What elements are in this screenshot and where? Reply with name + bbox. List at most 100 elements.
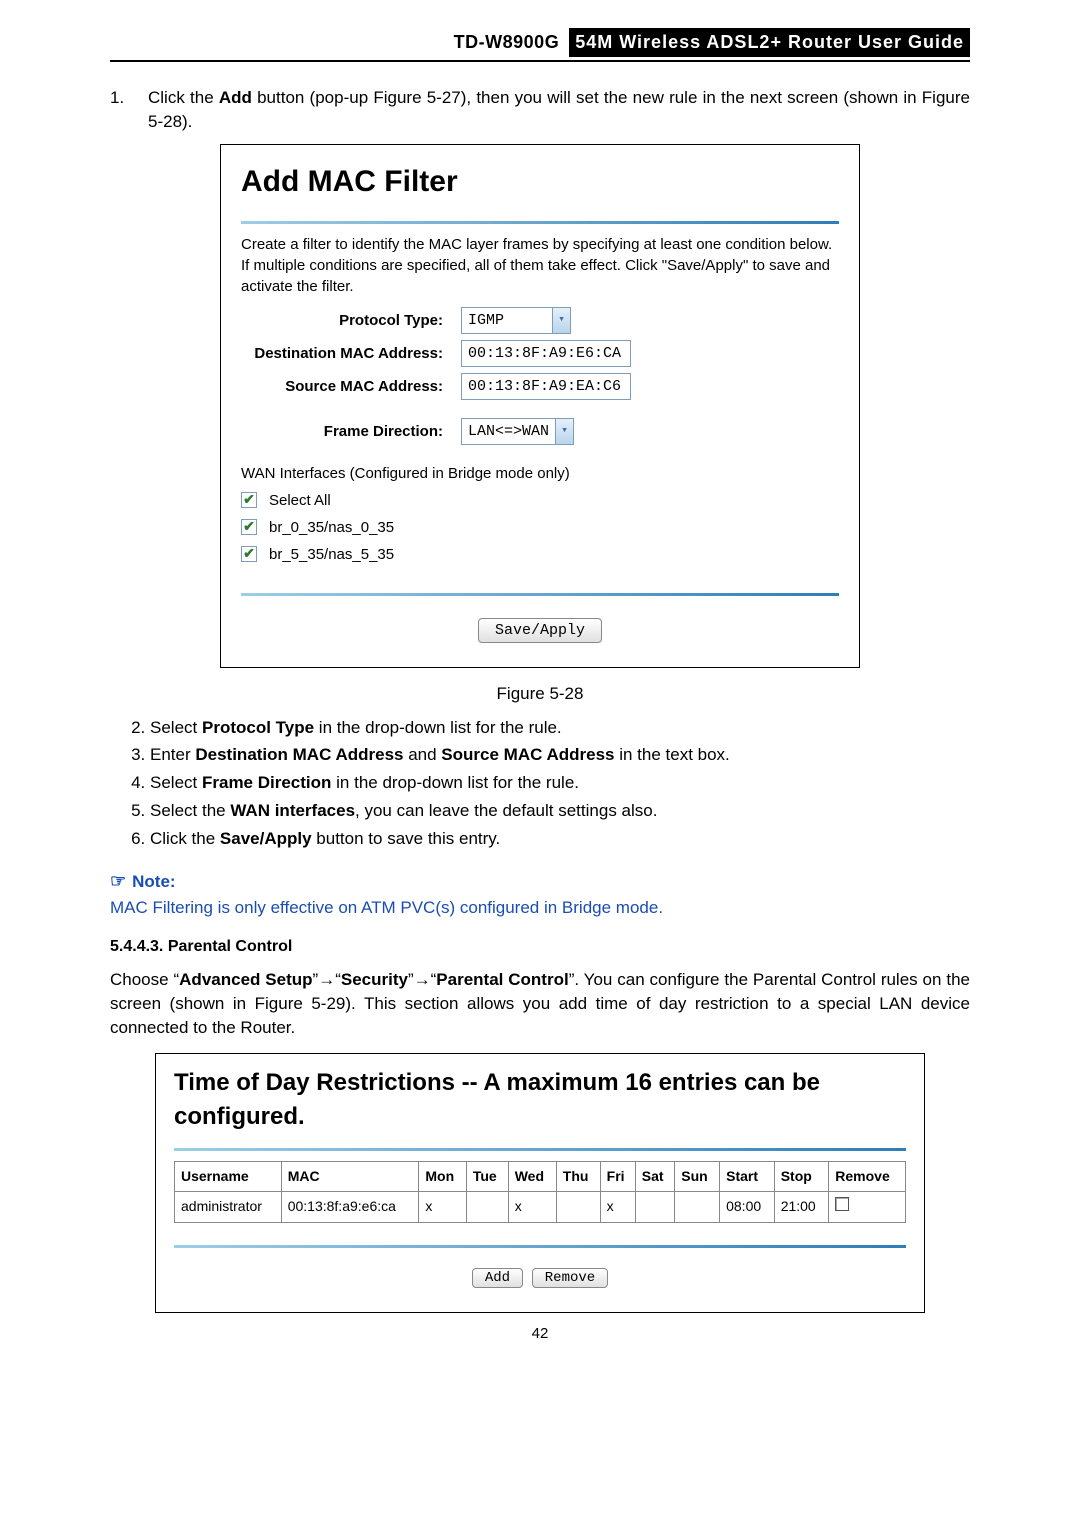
label-src-mac: Source MAC Address: <box>241 376 461 397</box>
t: Choose “ <box>110 970 179 989</box>
divider <box>241 593 839 596</box>
label-dest-mac: Destination MAC Address: <box>241 343 461 364</box>
section-heading: 5.4.4.3. Parental Control <box>110 936 970 958</box>
cell-remove <box>829 1192 906 1223</box>
step-2: Select Protocol Type in the drop-down li… <box>150 716 970 740</box>
figure-desc: Create a filter to identify the MAC laye… <box>241 234 839 297</box>
t: and <box>403 745 441 764</box>
checkbox-select-all[interactable]: ✔ <box>241 492 257 508</box>
t: ”→“ <box>313 970 341 989</box>
note-head-text: Note: <box>132 872 175 891</box>
t: Select the <box>150 801 230 820</box>
header-rule <box>110 60 970 62</box>
figure-caption: Figure 5-28 <box>110 682 970 706</box>
chk-label: br_5_35/nas_5_35 <box>269 544 394 565</box>
t: in the drop-down list for the rule. <box>314 718 562 737</box>
th-username: Username <box>175 1161 282 1192</box>
step-3: Enter Destination MAC Address and Source… <box>150 743 970 767</box>
hand-icon: ☞ <box>110 871 126 891</box>
cell-thu <box>556 1192 600 1223</box>
step-5: Select the WAN interfaces, you can leave… <box>150 799 970 823</box>
header: TD-W8900G 54M Wireless ADSL2+ Router Use… <box>110 28 970 57</box>
chk-select-all-row: ✔ Select All <box>241 490 839 511</box>
chk-label: br_0_35/nas_0_35 <box>269 517 394 538</box>
chk-label: Select All <box>269 490 331 511</box>
select-value: LAN<=>WAN <box>468 421 549 442</box>
t: in the drop-down list for the rule. <box>331 773 579 792</box>
select-protocol[interactable]: IGMP ▾ <box>461 307 571 334</box>
step-1: 1. Click the Add button (pop-up Figure 5… <box>110 86 970 134</box>
page-number: 42 <box>110 1323 970 1344</box>
t: Frame Direction <box>202 773 331 792</box>
th-mac: MAC <box>281 1161 419 1192</box>
t: button to save this entry. <box>312 829 501 848</box>
th-sun: Sun <box>675 1161 720 1192</box>
t: Source MAC Address <box>441 745 614 764</box>
row-src-mac: Source MAC Address: 00:13:8F:A9:EA:C6 <box>241 373 839 400</box>
th-sat: Sat <box>635 1161 675 1192</box>
th-start: Start <box>720 1161 775 1192</box>
t: in the text box. <box>614 745 729 764</box>
t: button (pop-up Figure 5-27), then you wi… <box>148 88 970 131</box>
remove-button[interactable]: Remove <box>532 1268 608 1288</box>
note-heading: ☞ Note: <box>110 869 970 894</box>
th-mon: Mon <box>419 1161 466 1192</box>
t: Parental Control <box>436 970 568 989</box>
cell-mac: 00:13:8f:a9:e6:ca <box>281 1192 419 1223</box>
th-thu: Thu <box>556 1161 600 1192</box>
t: Select <box>150 718 202 737</box>
header-guide: 54M Wireless ADSL2+ Router User Guide <box>569 28 970 57</box>
checkbox-remove[interactable] <box>835 1197 849 1211</box>
save-apply-button[interactable]: Save/Apply <box>478 618 602 643</box>
divider <box>241 221 839 224</box>
cell-tue <box>466 1192 508 1223</box>
cell-fri: x <box>600 1192 635 1223</box>
th-tue: Tue <box>466 1161 508 1192</box>
input-dest-mac[interactable]: 00:13:8F:A9:E6:CA <box>461 340 631 367</box>
header-model: TD-W8900G <box>454 30 560 55</box>
cell-sat <box>635 1192 675 1223</box>
th-stop: Stop <box>774 1161 829 1192</box>
cell-sun <box>675 1192 720 1223</box>
chk-iface2-row: ✔ br_5_35/nas_5_35 <box>241 544 839 565</box>
input-src-mac[interactable]: 00:13:8F:A9:EA:C6 <box>461 373 631 400</box>
t: , you can leave the default settings als… <box>355 801 657 820</box>
page: TD-W8900G 54M Wireless ADSL2+ Router Use… <box>0 0 1080 1527</box>
t: Protocol Type <box>202 718 314 737</box>
add-button[interactable]: Add <box>472 1268 523 1288</box>
t: Enter <box>150 745 195 764</box>
label-protocol: Protocol Type: <box>241 310 461 331</box>
steps-list: Select Protocol Type in the drop-down li… <box>110 716 970 851</box>
row-protocol: Protocol Type: IGMP ▾ <box>241 307 839 334</box>
note-body: MAC Filtering is only effective on ATM P… <box>110 896 970 920</box>
step-4: Select Frame Direction in the drop-down … <box>150 771 970 795</box>
row-dest-mac: Destination MAC Address: 00:13:8F:A9:E6:… <box>241 340 839 367</box>
select-frame[interactable]: LAN<=>WAN ▾ <box>461 418 574 445</box>
step-1-num: 1. <box>110 86 148 134</box>
step-6: Click the Save/Apply button to save this… <box>150 827 970 851</box>
chevron-down-icon: ▾ <box>555 419 573 444</box>
chk-iface1-row: ✔ br_0_35/nas_0_35 <box>241 517 839 538</box>
cell-mon: x <box>419 1192 466 1223</box>
th-fri: Fri <box>600 1161 635 1192</box>
cell-start: 08:00 <box>720 1192 775 1223</box>
divider <box>174 1245 906 1248</box>
t: Save/Apply <box>220 829 312 848</box>
section-para: Choose “Advanced Setup”→“Security”→“Pare… <box>110 968 970 1039</box>
th-wed: Wed <box>508 1161 556 1192</box>
checkbox-iface2[interactable]: ✔ <box>241 546 257 562</box>
step-1-text: Click the Add button (pop-up Figure 5-27… <box>148 86 970 134</box>
figure2-title: Time of Day Restrictions -- A maximum 16… <box>174 1066 906 1133</box>
wan-heading: WAN Interfaces (Configured in Bridge mod… <box>241 463 839 484</box>
divider <box>174 1148 906 1151</box>
figure-5-29: Time of Day Restrictions -- A maximum 16… <box>155 1053 925 1312</box>
chevron-down-icon: ▾ <box>552 308 570 333</box>
table-header-row: Username MAC Mon Tue Wed Thu Fri Sat Sun… <box>175 1161 906 1192</box>
row-frame: Frame Direction: LAN<=>WAN ▾ <box>241 418 839 445</box>
th-remove: Remove <box>829 1161 906 1192</box>
figure-5-28: Add MAC Filter Create a filter to identi… <box>220 144 860 668</box>
t: Add <box>219 88 252 107</box>
checkbox-iface1[interactable]: ✔ <box>241 519 257 535</box>
t: Destination MAC Address <box>195 745 403 764</box>
table-row: administrator 00:13:8f:a9:e6:ca x x x 08… <box>175 1192 906 1223</box>
